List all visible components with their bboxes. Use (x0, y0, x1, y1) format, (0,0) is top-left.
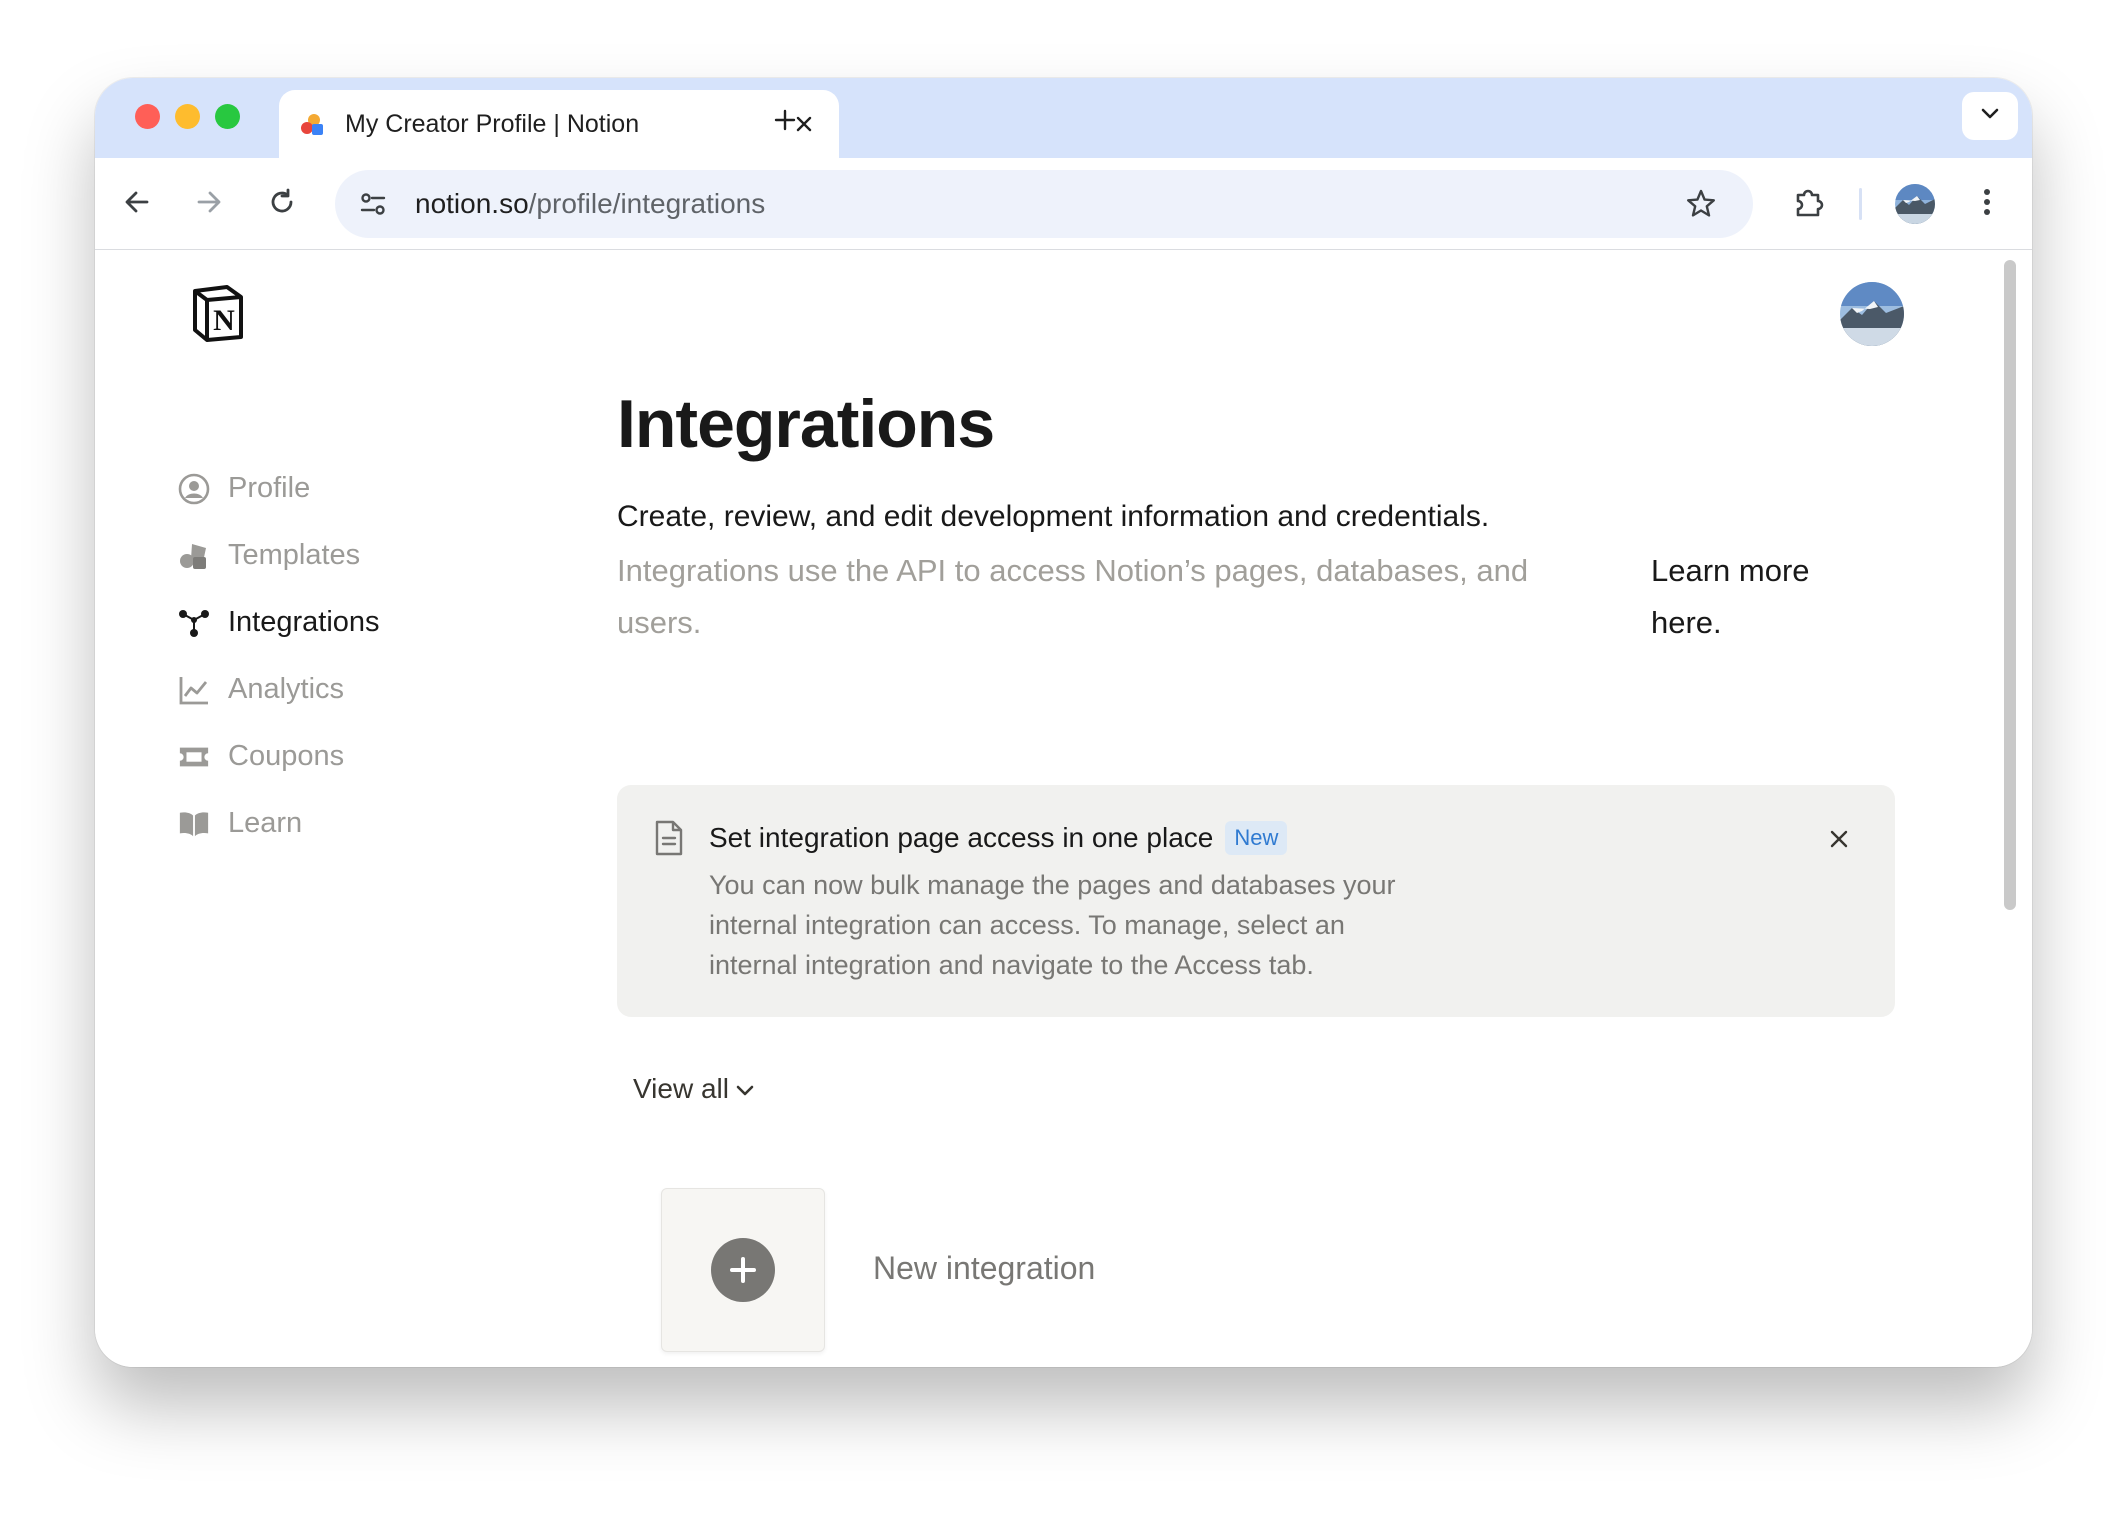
sidebar-item-label: Profile (228, 472, 311, 504)
arrow-right-icon (195, 188, 223, 221)
new-badge: New (1225, 821, 1288, 855)
page-description: Integrations use the API to access Notio… (617, 553, 1529, 640)
analytics-icon (178, 674, 210, 706)
templates-icon (178, 540, 210, 572)
sidebar-item-label: Templates (228, 539, 361, 571)
tab-strip: My Creator Profile | Notion (95, 78, 2032, 158)
more-vertical-icon (1982, 187, 1992, 222)
reload-icon (268, 188, 296, 221)
forward-button[interactable] (189, 184, 229, 224)
address-bar[interactable]: notion.so/profile/integrations (335, 170, 1753, 238)
site-settings-icon[interactable] (351, 182, 395, 226)
chevron-down-icon (1980, 107, 2000, 125)
integrations-icon (178, 607, 210, 639)
learn-more-link[interactable]: Learn more here. (1651, 545, 1851, 649)
toolbar-divider (1859, 188, 1862, 220)
tab-search-button[interactable] (1962, 92, 2018, 140)
browser-toolbar: notion.so/profile/integrations (95, 158, 2032, 250)
sidebar-item-profile[interactable]: Profile (178, 455, 538, 522)
maximize-window-button[interactable] (215, 104, 240, 129)
chevron-down-icon (729, 1073, 755, 1105)
new-integration-button[interactable] (661, 1188, 825, 1352)
url-path: /profile/integrations (528, 188, 766, 219)
sidebar-item-label: Coupons (228, 740, 345, 772)
tab-active[interactable]: My Creator Profile | Notion (279, 90, 839, 158)
sidebar-item-label: Analytics (228, 673, 345, 705)
learn-icon (178, 808, 210, 840)
sidebar-nav: Profile Templates Integrations Analytics (178, 455, 538, 857)
url-text: notion.so/profile/integrations (415, 188, 1679, 220)
url-host: notion.so (415, 188, 529, 219)
plus-circle-icon (711, 1238, 775, 1302)
document-icon (653, 819, 685, 857)
arrow-left-icon (123, 188, 151, 221)
sidebar-item-learn[interactable]: Learn (178, 790, 538, 857)
browser-window: My Creator Profile | Notion notion.so/pr… (95, 78, 2032, 1367)
notion-logo[interactable]: N (189, 283, 247, 343)
view-all-filter[interactable]: View all (633, 1073, 755, 1105)
reload-button[interactable] (262, 184, 302, 224)
browser-menu-button[interactable] (1967, 184, 2007, 224)
profile-icon (178, 473, 210, 505)
sidebar-item-integrations[interactable]: Integrations (178, 589, 538, 656)
callout-title: Set integration page access in one place… (709, 821, 1288, 855)
new-tab-button[interactable] (765, 100, 805, 140)
page-content: N Profile Templates Integrations Analyti… (95, 250, 2032, 1367)
new-integration-label[interactable]: New integration (873, 1250, 1095, 1287)
svg-text:N: N (213, 304, 235, 337)
sidebar-item-label: Learn (228, 807, 303, 839)
sidebar-item-coupons[interactable]: Coupons (178, 723, 538, 790)
browser-profile-avatar[interactable] (1895, 184, 1935, 224)
bookmark-star-icon[interactable] (1679, 182, 1723, 226)
sidebar-item-label: Integrations (228, 606, 380, 638)
view-all-label: View all (633, 1073, 729, 1104)
user-avatar[interactable] (1840, 282, 1904, 346)
callout-body: You can now bulk manage the pages and da… (709, 870, 1396, 980)
extensions-button[interactable] (1789, 184, 1829, 224)
close-window-button[interactable] (135, 104, 160, 129)
page-subtitle: Create, review, and edit development inf… (617, 500, 1490, 533)
info-callout: Set integration page access in one place… (617, 785, 1895, 1017)
puzzle-icon (1792, 185, 1826, 224)
close-icon[interactable] (1821, 821, 1857, 857)
scrollbar[interactable] (2004, 260, 2016, 910)
sidebar-item-templates[interactable]: Templates (178, 522, 538, 589)
page-title: Integrations (617, 386, 995, 462)
back-button[interactable] (117, 184, 157, 224)
coupons-icon (178, 741, 210, 773)
notion-creator-favicon-icon (299, 111, 325, 137)
minimize-window-button[interactable] (175, 104, 200, 129)
sidebar-item-analytics[interactable]: Analytics (178, 656, 538, 723)
callout-title-text: Set integration page access in one place (709, 822, 1214, 853)
tab-title: My Creator Profile | Notion (345, 109, 640, 138)
